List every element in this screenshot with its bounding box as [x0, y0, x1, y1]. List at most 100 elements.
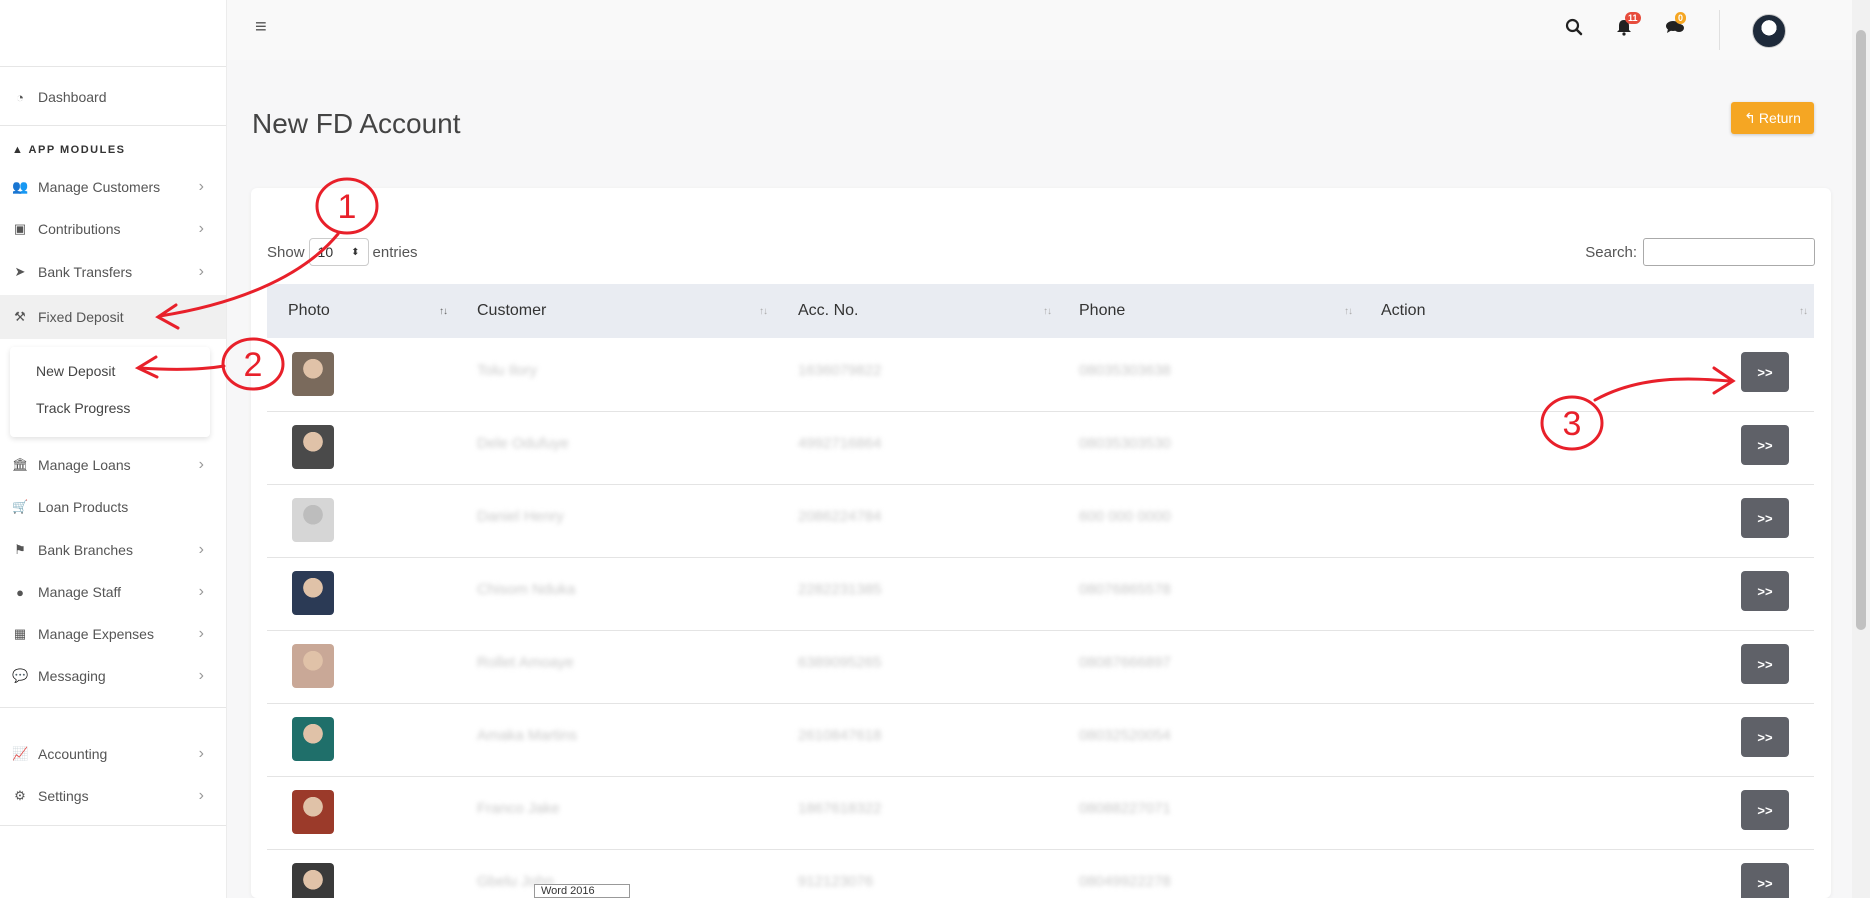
customer-table-card: Show 10 ⬍ entries Search: Photo ↑↓ Custo…: [251, 188, 1831, 898]
sidebar-item-manage-staff[interactable]: ● Manage Staff ›: [0, 572, 226, 612]
customer-name: Dele Odufuye: [477, 435, 569, 452]
column-header-photo[interactable]: Photo: [288, 302, 330, 320]
column-header-phone[interactable]: Phone: [1079, 302, 1125, 320]
bell-icon[interactable]: 11: [1615, 12, 1641, 41]
select-customer-button[interactable]: >>: [1741, 644, 1789, 684]
sidebar-item-label: Accounting: [38, 746, 108, 762]
chevron-right-icon: ›: [198, 263, 204, 280]
entries-select[interactable]: 10 ⬍: [308, 238, 369, 266]
sidebar-item-label: Manage Staff: [38, 584, 122, 600]
money-icon: ▣: [13, 221, 27, 236]
select-customer-button[interactable]: >>: [1741, 498, 1789, 538]
user-avatar[interactable]: [1752, 14, 1786, 48]
sidebar-item-settings[interactable]: ⚙ Settings ›: [0, 776, 226, 816]
entries-value: 10: [317, 244, 334, 260]
phone-number: 600 000 0000: [1079, 508, 1171, 525]
phone-number: 08035303638: [1079, 362, 1171, 379]
column-header-acc-no[interactable]: Acc. No.: [798, 302, 858, 320]
return-button[interactable]: ↰ Return: [1731, 102, 1814, 134]
sort-icon[interactable]: ↑↓: [1799, 306, 1808, 317]
sidebar-item-accounting[interactable]: 📈 Accounting ›: [0, 734, 226, 774]
cart-icon: 🛒: [12, 499, 29, 514]
column-header-action[interactable]: Action: [1381, 302, 1425, 320]
sidebar-item-loan-products[interactable]: 🛒 Loan Products: [0, 487, 226, 527]
table-search: Search:: [1585, 238, 1815, 266]
submenu-new-deposit[interactable]: New Deposit: [36, 363, 115, 379]
select-customer-button[interactable]: >>: [1741, 352, 1789, 392]
page-title: New FD Account: [252, 108, 461, 139]
sidebar-item-manage-expenses[interactable]: ▦ Manage Expenses ›: [0, 614, 226, 654]
sidebar-item-label: Fixed Deposit: [38, 309, 124, 325]
dashboard-icon: ◔: [16, 89, 24, 105]
sidebar-item-manage-customers[interactable]: 👥 Manage Customers ›: [0, 167, 226, 207]
sort-icon[interactable]: ↑↓: [1043, 306, 1052, 317]
section-heading: ▲ APP MODULES: [12, 144, 126, 156]
sidebar-item-bank-branches[interactable]: ⚑ Bank Branches ›: [0, 530, 226, 570]
sidebar-item-label: Manage Loans: [38, 457, 131, 473]
paper-plane-icon: ➤: [14, 264, 26, 279]
sidebar-item-label: Loan Products: [38, 499, 129, 515]
chevron-right-icon: ›: [198, 787, 204, 804]
phone-number: 08035303530: [1079, 435, 1171, 452]
search-icon[interactable]: [1565, 18, 1583, 41]
sidebar-item-manage-loans[interactable]: 🏛 Manage Loans ›: [0, 445, 226, 485]
sidebar-item-contributions[interactable]: ▣ Contributions ›: [0, 209, 226, 249]
return-button-label: Return: [1758, 110, 1801, 126]
select-customer-button[interactable]: >>: [1741, 425, 1789, 465]
scrollbar[interactable]: [1852, 0, 1870, 898]
sort-icon[interactable]: ↑↓: [1344, 306, 1353, 317]
chat-icon[interactable]: 0: [1665, 12, 1687, 41]
sort-icon[interactable]: ↑↓: [439, 306, 448, 317]
divider: [1719, 10, 1720, 50]
select-customer-button[interactable]: >>: [1741, 571, 1789, 611]
submenu-track-progress[interactable]: Track Progress: [36, 400, 130, 416]
sidebar-item-label: Settings: [38, 788, 89, 804]
scrollbar-thumb[interactable]: [1856, 30, 1866, 630]
table-row: Rollet Amoaye 6389095265 08087666897 >>: [267, 630, 1814, 704]
account-number: 6389095265: [798, 654, 882, 671]
divider: [0, 66, 226, 67]
show-label: Show: [267, 243, 305, 261]
sort-icon[interactable]: ↑↓: [759, 306, 768, 317]
sidebar-item-label: Manage Customers: [38, 179, 161, 195]
fixed-deposit-submenu: New Deposit Track Progress: [10, 347, 210, 437]
customer-photo: [292, 644, 334, 688]
sidebar-item-bank-transfers[interactable]: ➤ Bank Transfers ›: [0, 252, 226, 292]
sidebar-item-label: Dashboard: [38, 89, 107, 105]
notification-badge: 11: [1625, 12, 1641, 24]
bank-icon: 🏛: [12, 457, 29, 472]
sidebar-item-fixed-deposit[interactable]: ⚒ Fixed Deposit: [0, 295, 226, 339]
phone-number: 08049922278: [1079, 873, 1171, 890]
hamburger-menu-icon[interactable]: ≡: [255, 16, 267, 39]
reply-icon: ↰: [1744, 109, 1756, 126]
flag-icon: ⚑: [14, 542, 26, 557]
account-number: 1636079822: [798, 362, 882, 379]
customer-photo: [292, 498, 334, 542]
table-row: Daniel Henry 2086224784 600 000 0000 >>: [267, 484, 1814, 558]
cog-icon: ⚙: [14, 788, 26, 803]
column-header-customer[interactable]: Customer: [477, 302, 546, 320]
customer-photo: [292, 717, 334, 761]
sidebar-item-messaging[interactable]: 💬 Messaging ›: [0, 656, 226, 696]
select-customer-button[interactable]: >>: [1741, 717, 1789, 757]
table-header: Photo ↑↓ Customer ↑↓ Acc. No. ↑↓ Phone ↑…: [267, 284, 1814, 338]
table-row: Dele Odufuye 4992716864 08035303530 >>: [267, 411, 1814, 485]
chevron-right-icon: ›: [198, 456, 204, 473]
table-row: Gbelu John 912123076 08049922278 >>: [267, 849, 1814, 898]
table-row: Chisom Nduka 2282231385 08076865578 >>: [267, 557, 1814, 631]
message-badge: 0: [1675, 12, 1687, 24]
chevron-right-icon: ›: [198, 625, 204, 642]
comments-icon: 💬: [12, 668, 29, 683]
chevron-right-icon: ›: [198, 745, 204, 762]
chart-icon: 📈: [12, 746, 29, 761]
phone-number: 08076865578: [1079, 581, 1171, 598]
sidebar: ◔ Dashboard ▲ APP MODULES 👥 Manage Custo…: [0, 0, 227, 898]
sidebar-item-label: Messaging: [38, 668, 106, 684]
sidebar-item-dashboard[interactable]: ◔ Dashboard: [0, 77, 226, 117]
entries-label: entries: [372, 243, 418, 261]
rocket-icon: ▲: [12, 144, 25, 156]
search-input[interactable]: [1643, 238, 1815, 266]
select-customer-button[interactable]: >>: [1741, 863, 1789, 898]
customer-name: Daniel Henry: [477, 508, 564, 525]
select-customer-button[interactable]: >>: [1741, 790, 1789, 830]
